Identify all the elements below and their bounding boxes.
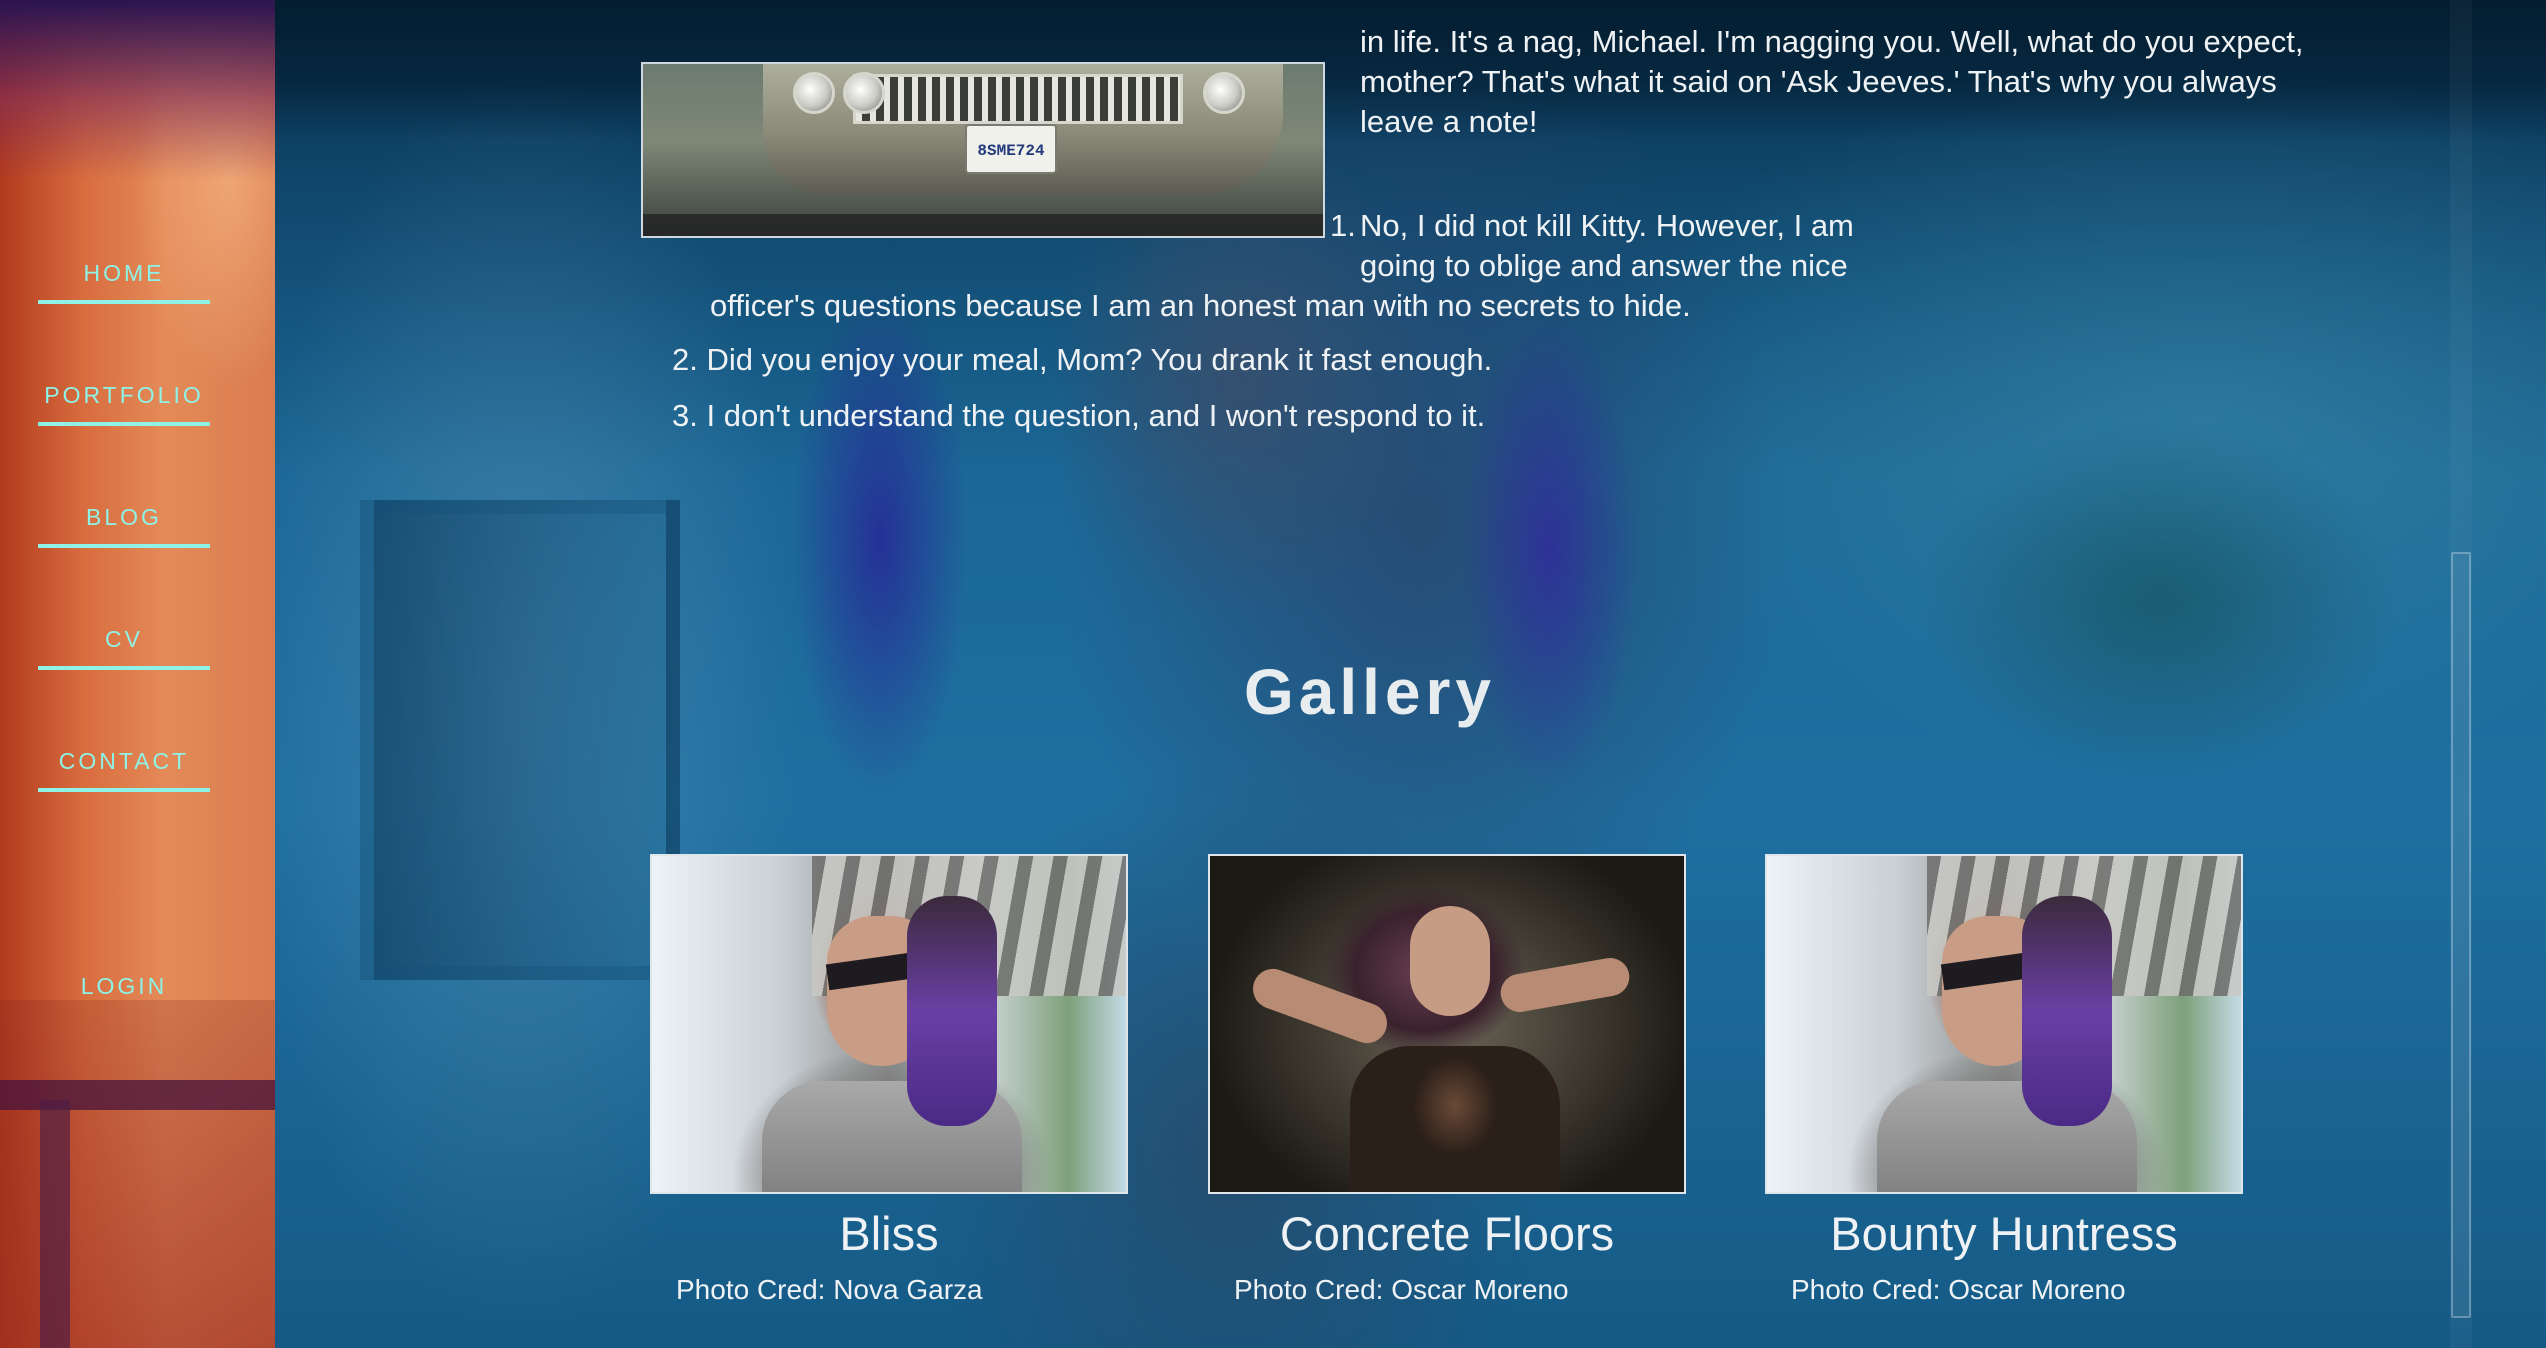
sidebar-post	[40, 1100, 70, 1348]
list-line: officer's questions because I am an hone…	[710, 288, 1691, 323]
nav-contact[interactable]: CONTACT	[38, 740, 210, 792]
photo-subject-hair	[2022, 896, 2112, 1126]
scrollbar-thumb[interactable]	[2451, 552, 2471, 1318]
photo-subject-shirt	[1350, 1046, 1560, 1192]
gallery-card-credit: Photo Cred: Nova Garza	[676, 1274, 983, 1305]
list-item: 3. I don't understand the question, and …	[672, 396, 1485, 436]
list-line: No, I did not kill Kitty. However, I am	[1360, 208, 1854, 243]
login-wrap: LOGIN	[38, 965, 210, 1087]
nav-home[interactable]: HOME	[38, 252, 210, 304]
list-text: Did you enjoy your meal, Mom? You drank …	[706, 342, 1493, 377]
list-text: I don't understand the question, and I w…	[706, 398, 1486, 433]
list-number: 2.	[672, 342, 698, 377]
gallery-image-bliss[interactable]	[650, 854, 1128, 1194]
gallery-title: Gallery	[1243, 656, 1497, 728]
gallery-card: Bliss Photo Cred: Nova Garza	[650, 854, 1128, 1306]
main-content: 8SME724 in life. It's a nag, Michael. I'…	[275, 0, 2546, 1348]
gallery-card-title[interactable]: Bliss	[650, 1206, 1128, 1266]
gallery-card-title[interactable]: Concrete Floors	[1208, 1206, 1686, 1266]
sidebar-shade-top	[0, 0, 275, 180]
list-item: 2. Did you enjoy your meal, Mom? You dra…	[672, 340, 1492, 380]
nav-blog[interactable]: BLOG	[38, 496, 210, 548]
headlight-icon	[793, 72, 835, 114]
gallery-card-credit: Photo Cred: Oscar Moreno	[1791, 1274, 2126, 1305]
gallery-card-title[interactable]: Bounty Huntress	[1765, 1206, 2243, 1266]
sidebar: HOME PORTFOLIO BLOG CV CONTACT LOGIN	[0, 0, 275, 1348]
photo-subject-hair	[907, 896, 997, 1126]
gallery-image-bounty-huntress[interactable]	[1765, 854, 2243, 1194]
car-photo: 8SME724	[641, 62, 1325, 238]
nav-cv[interactable]: CV	[38, 618, 210, 670]
paragraph-line: in life. It's a nag, Michael. I'm naggin…	[1360, 24, 2304, 59]
list-number: 3.	[672, 398, 698, 433]
paragraph-line: leave a note!	[1360, 104, 1538, 139]
car-shadow	[643, 214, 1323, 236]
headlight-icon	[1203, 72, 1245, 114]
list-line: going to oblige and answer the nice	[1360, 248, 1848, 283]
gallery-image-concrete-floors[interactable]	[1208, 854, 1686, 1194]
paragraph-line: mother? That's what it said on 'Ask Jeev…	[1360, 64, 2277, 99]
car-grille	[853, 74, 1183, 124]
list-number: 1.	[1330, 208, 1356, 243]
license-plate: 8SME724	[965, 124, 1057, 174]
gallery-card: Concrete Floors Photo Cred: Oscar Moreno	[1208, 854, 1686, 1306]
headlight-icon	[843, 72, 885, 114]
photo-subject-face	[1410, 906, 1490, 1016]
nav-login[interactable]: LOGIN	[38, 965, 210, 1017]
sidebar-nav: HOME PORTFOLIO BLOG CV CONTACT	[38, 252, 210, 862]
gallery-card-credit: Photo Cred: Oscar Moreno	[1234, 1274, 1569, 1305]
nav-portfolio[interactable]: PORTFOLIO	[38, 374, 210, 426]
gallery-card: Bounty Huntress Photo Cred: Oscar Moreno	[1765, 854, 2243, 1306]
